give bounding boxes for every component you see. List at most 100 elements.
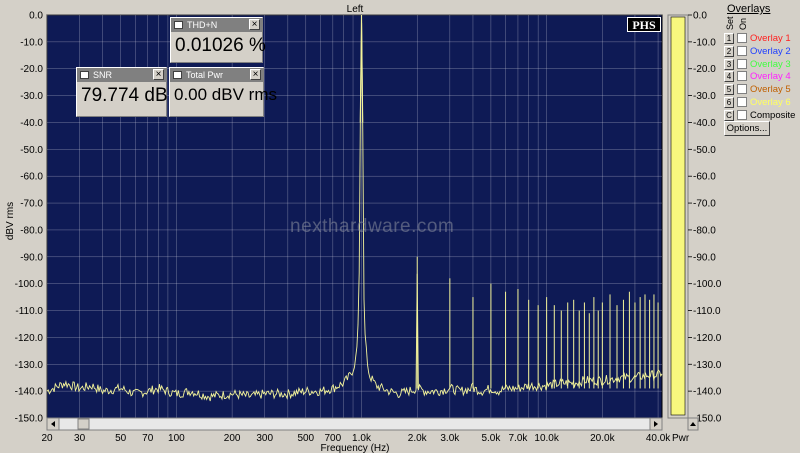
power-meter-ticks: 0.0 -10.0 -20.0 -30.0 -40.0 -50.0 -60.0 -70.0 -8… — [688, 11, 722, 425]
y-tick-label: -20.0 — [20, 64, 43, 75]
overlay-set-button[interactable]: 3 — [724, 58, 734, 70]
y-tick-label: -70.0 — [20, 199, 43, 210]
meter-window-icon — [80, 71, 89, 79]
power-tick-label: -140.0 — [693, 387, 722, 398]
overlay-label: Overlay 1 — [750, 33, 791, 44]
y-tick-label: -100.0 — [15, 279, 44, 290]
options-button[interactable]: Options... — [724, 121, 770, 136]
overlays-col-on: On — [738, 17, 748, 30]
overlay-set-button[interactable]: 1 — [724, 33, 734, 44]
y-tick-label: -60.0 — [20, 172, 43, 183]
close-icon[interactable]: × — [249, 19, 260, 30]
y-tick-label: -50.0 — [20, 145, 43, 156]
x-tick-label: 300 — [256, 433, 273, 444]
power-scroll[interactable] — [687, 417, 699, 431]
x-tick-label: 200 — [224, 433, 241, 444]
thd-meter-value: 0.01026 % — [175, 35, 266, 56]
overlay-set-button[interactable]: 6 — [724, 97, 734, 108]
meter-window-icon — [173, 71, 182, 79]
y-tick-label: -120.0 — [15, 333, 44, 344]
overlays-col-set: Set — [725, 16, 735, 30]
y-ticks: 0.0 -10.0 -20.0 -30.0 -40.0 -50.0 -60.0 -70.0 -8… — [15, 11, 44, 425]
y-tick-label: -40.0 — [20, 118, 43, 129]
power-tick-label: -60.0 — [693, 172, 716, 183]
x-tick-label: 70 — [142, 433, 154, 444]
y-tick-label: -30.0 — [20, 91, 43, 102]
thd-meter: THD+N × 0.01026 % — [170, 17, 266, 63]
snr-meter-value: 79.774 dB — [81, 85, 168, 106]
overlay-set-button[interactable]: 2 — [724, 45, 734, 57]
x-tick-label: 30 — [74, 433, 86, 444]
overlay-on-checkbox[interactable] — [737, 97, 747, 107]
y-tick-label: -110.0 — [15, 306, 43, 317]
power-tick-label: -110.0 — [693, 306, 721, 317]
overlay-on-checkbox[interactable] — [737, 71, 747, 82]
overlay-set-button[interactable]: 5 — [724, 84, 734, 96]
power-tick-label: -30.0 — [693, 91, 716, 102]
power-tick-label: -90.0 — [693, 252, 716, 263]
snr-meter-title: SNR — [93, 70, 113, 80]
overlay-label: Overlay 4 — [750, 71, 791, 83]
x-tick-label: 40.0k — [646, 433, 671, 444]
overlay-label: Overlay 5 — [750, 84, 791, 96]
x-scrollbar[interactable] — [46, 417, 663, 431]
x-tick-label: 50 — [115, 433, 127, 444]
overlay-on-checkbox[interactable] — [737, 84, 747, 95]
y-tick-label: -80.0 — [20, 225, 43, 236]
x-tick-label: 100 — [168, 433, 185, 444]
x-tick-label: 20 — [41, 433, 53, 444]
phs-logo: PHS — [627, 17, 661, 32]
x-tick-label: 20.0k — [590, 433, 615, 444]
scroll-thumb[interactable] — [77, 418, 90, 430]
x-tick-label: 500 — [297, 433, 314, 444]
overlay-label: Composite — [750, 109, 796, 121]
power-tick-label: -120.0 — [693, 333, 722, 344]
overlay-on-checkbox[interactable] — [737, 109, 747, 120]
overlay-set-button[interactable]: C — [724, 109, 734, 121]
total-pwr-meter-title: Total Pwr — [186, 70, 224, 80]
y-tick-label: -90.0 — [20, 252, 43, 263]
power-tick-label: -10.0 — [693, 37, 716, 48]
watermark: nexthardware.com — [290, 216, 455, 237]
overlay-label: Overlay 6 — [750, 97, 791, 108]
power-tick-label: -80.0 — [693, 225, 716, 236]
total-pwr-meter-value: 0.00 dBV rms — [174, 85, 277, 104]
overlay-set-button[interactable]: 4 — [724, 71, 734, 83]
x-tick-label: 5.0k — [481, 433, 501, 444]
y-tick-label: -10.0 — [20, 37, 43, 48]
power-meter — [667, 14, 689, 419]
x-tick-label: 2.0k — [408, 433, 428, 444]
overlays-title: Overlays — [727, 3, 771, 15]
meter-window-icon — [174, 21, 183, 29]
overlay-on-checkbox[interactable] — [737, 45, 747, 56]
y-axis-label: dBV rms — [5, 202, 16, 240]
close-icon[interactable]: × — [153, 69, 164, 80]
snr-meter: SNR × 79.774 dB — [76, 67, 168, 117]
power-tick-label: 0.0 — [693, 11, 707, 22]
overlay-label: Overlay 2 — [750, 45, 791, 57]
power-meter-fill — [670, 16, 686, 416]
power-tick-label: -130.0 — [693, 360, 722, 371]
power-tick-label: -40.0 — [693, 118, 716, 129]
total-pwr-meter-titlebar[interactable]: Total Pwr × — [170, 68, 263, 82]
y-tick-label: 0.0 — [29, 11, 43, 22]
y-tick-label: -130.0 — [15, 360, 44, 371]
close-icon[interactable]: × — [250, 69, 261, 80]
power-tick-label: -100.0 — [693, 279, 722, 290]
power-tick-label: -70.0 — [693, 199, 716, 210]
x-tick-label: 3.0k — [440, 433, 460, 444]
overlay-on-checkbox[interactable] — [737, 33, 747, 43]
chart-title: Left — [347, 4, 364, 15]
overlay-label: Overlay 3 — [750, 58, 791, 70]
power-tick-label: -20.0 — [693, 64, 716, 75]
y-tick-label: -140.0 — [15, 387, 44, 398]
thd-meter-titlebar[interactable]: THD+N × — [171, 18, 262, 32]
overlay-on-checkbox[interactable] — [737, 58, 747, 69]
thd-meter-title: THD+N — [187, 20, 218, 30]
y-tick-label: -150.0 — [15, 414, 44, 425]
total-pwr-meter: Total Pwr × 0.00 dBV rms — [169, 67, 277, 117]
power-tick-label: -50.0 — [693, 145, 716, 156]
x-tick-label: 10.0k — [534, 433, 559, 444]
snr-meter-titlebar[interactable]: SNR × — [77, 68, 166, 82]
x-tick-label: 7.0k — [508, 433, 528, 444]
